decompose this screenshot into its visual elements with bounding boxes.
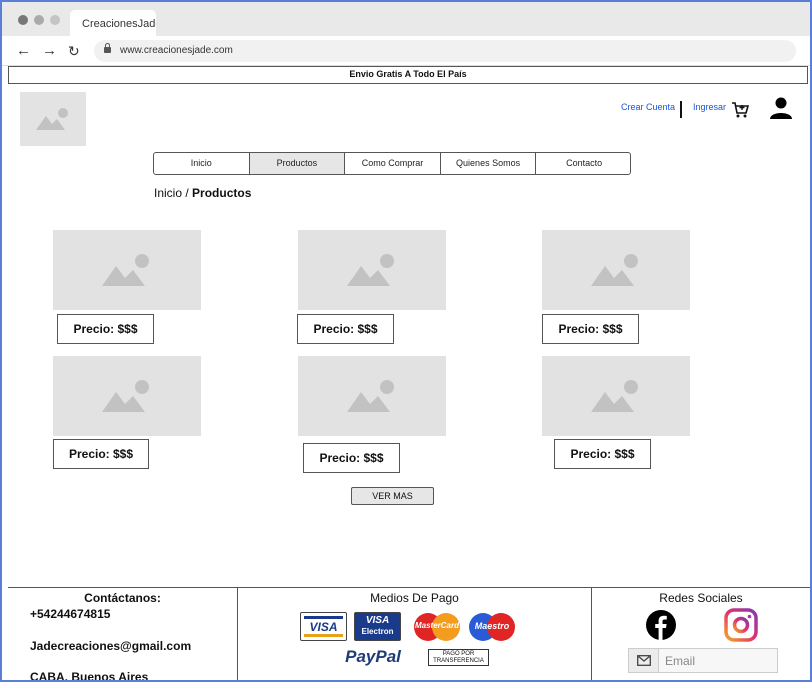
menu-item-quienes-somos[interactable]: Quienes Somos — [441, 153, 537, 174]
footer: Contáctanos: +54244674815 Jadecreaciones… — [8, 587, 810, 682]
browser-titlebar: CreacionesJade — [2, 2, 810, 37]
login-link[interactable]: Ingresar — [693, 102, 726, 112]
main-menu: Inicio Productos Como Comprar Quienes So… — [153, 152, 631, 175]
window-maximize-dot[interactable] — [50, 15, 60, 25]
ver-mas-button[interactable]: VER MAS — [351, 487, 434, 505]
product-price: Precio: $$$ — [554, 439, 651, 469]
product-image[interactable] — [53, 356, 201, 436]
product-image[interactable] — [298, 356, 446, 436]
breadcrumb-current: Productos — [192, 186, 252, 200]
breadcrumb-separator: / — [182, 186, 193, 200]
product-price: Precio: $$$ — [542, 314, 639, 344]
breadcrumb: Inicio / Productos — [154, 186, 251, 200]
footer-social: Redes Sociales Email — [592, 588, 810, 680]
lock-icon — [104, 43, 111, 53]
product-price: Precio: $$$ — [57, 314, 154, 344]
reload-icon[interactable]: ↻ — [68, 42, 80, 60]
image-placeholder-icon — [102, 380, 149, 412]
instagram-icon[interactable] — [724, 608, 758, 642]
image-placeholder-icon — [591, 254, 638, 286]
contact-location: CABA, Buenos Aires — [30, 670, 149, 682]
image-placeholder-icon — [591, 380, 638, 412]
menu-item-como-comprar[interactable]: Como Comprar — [345, 153, 441, 174]
product-price: Precio: $$$ — [303, 443, 400, 473]
maestro-logo: Maestro — [469, 613, 515, 641]
product-image[interactable] — [542, 230, 690, 310]
email-placeholder: Email — [665, 654, 696, 668]
newsletter-email-input[interactable]: Email — [628, 648, 778, 673]
mastercard-logo: MasterCard — [414, 613, 460, 641]
back-arrow-icon[interactable]: ← — [16, 42, 31, 60]
product-price: Precio: $$$ — [297, 314, 394, 344]
visa-logo: VISA — [300, 612, 347, 641]
mastercard-logo-text: MasterCard — [414, 621, 459, 630]
menu-item-inicio[interactable]: Inicio — [154, 153, 250, 174]
product-image[interactable] — [298, 230, 446, 310]
create-account-link[interactable]: Crear Cuenta — [621, 102, 675, 112]
social-title: Redes Sociales — [659, 591, 743, 605]
contact-email[interactable]: Jadecreaciones@gmail.com — [30, 639, 191, 653]
mail-icon — [629, 649, 659, 672]
promo-banner: Envio Gratis A Todo El País — [8, 66, 808, 84]
visa-electron-text-2: Electron — [361, 627, 394, 636]
transfer-text-2: TRANSFERENCIA — [433, 658, 484, 664]
maestro-logo-text: Maestro — [474, 621, 510, 631]
visa-electron-text-1: VISA — [365, 615, 390, 626]
payments-title: Medios De Pago — [370, 591, 459, 605]
visa-logo-text: VISA — [309, 620, 338, 634]
menu-item-productos[interactable]: Productos — [249, 153, 346, 174]
contact-phone: +54244674815 — [30, 607, 111, 621]
breadcrumb-home[interactable]: Inicio — [154, 186, 182, 200]
visa-electron-logo: VISA Electron — [354, 612, 401, 641]
browser-tab[interactable]: CreacionesJade — [70, 10, 156, 37]
image-placeholder-icon — [36, 108, 68, 130]
product-image[interactable] — [53, 230, 201, 310]
footer-contact: Contáctanos: +54244674815 Jadecreaciones… — [8, 588, 238, 682]
paypal-logo: PayPal — [345, 647, 401, 666]
user-icon[interactable] — [769, 96, 793, 120]
browser-navbar: ← → ↻ www.creacionesjade.com — [2, 36, 810, 66]
image-placeholder-icon — [347, 254, 394, 286]
cart-icon[interactable] — [731, 101, 749, 119]
product-image[interactable] — [542, 356, 690, 436]
window-close-dot[interactable] — [18, 15, 28, 25]
window-minimize-dot[interactable] — [34, 15, 44, 25]
image-placeholder-icon — [102, 254, 149, 286]
facebook-icon[interactable] — [646, 610, 676, 640]
menu-item-contacto[interactable]: Contacto — [536, 153, 630, 174]
browser-window: CreacionesJade ← → ↻ www.creacionesjade.… — [0, 0, 812, 682]
image-placeholder-icon — [347, 380, 394, 412]
header-divider — [680, 101, 682, 118]
footer-payments: Medios De Pago VISA VISA Electron Master… — [238, 588, 592, 680]
product-price: Precio: $$$ — [53, 439, 149, 469]
bank-transfer-logo: PAGO POR TRANSFERENCIA — [428, 649, 489, 666]
address-bar[interactable]: www.creacionesjade.com — [94, 40, 796, 62]
contact-title: Contáctanos: — [84, 591, 161, 605]
forward-arrow-icon[interactable]: → — [42, 42, 57, 60]
site-logo[interactable] — [20, 92, 86, 146]
transfer-text-1: PAGO POR — [442, 651, 475, 657]
url-text: www.creacionesjade.com — [120, 45, 233, 56]
